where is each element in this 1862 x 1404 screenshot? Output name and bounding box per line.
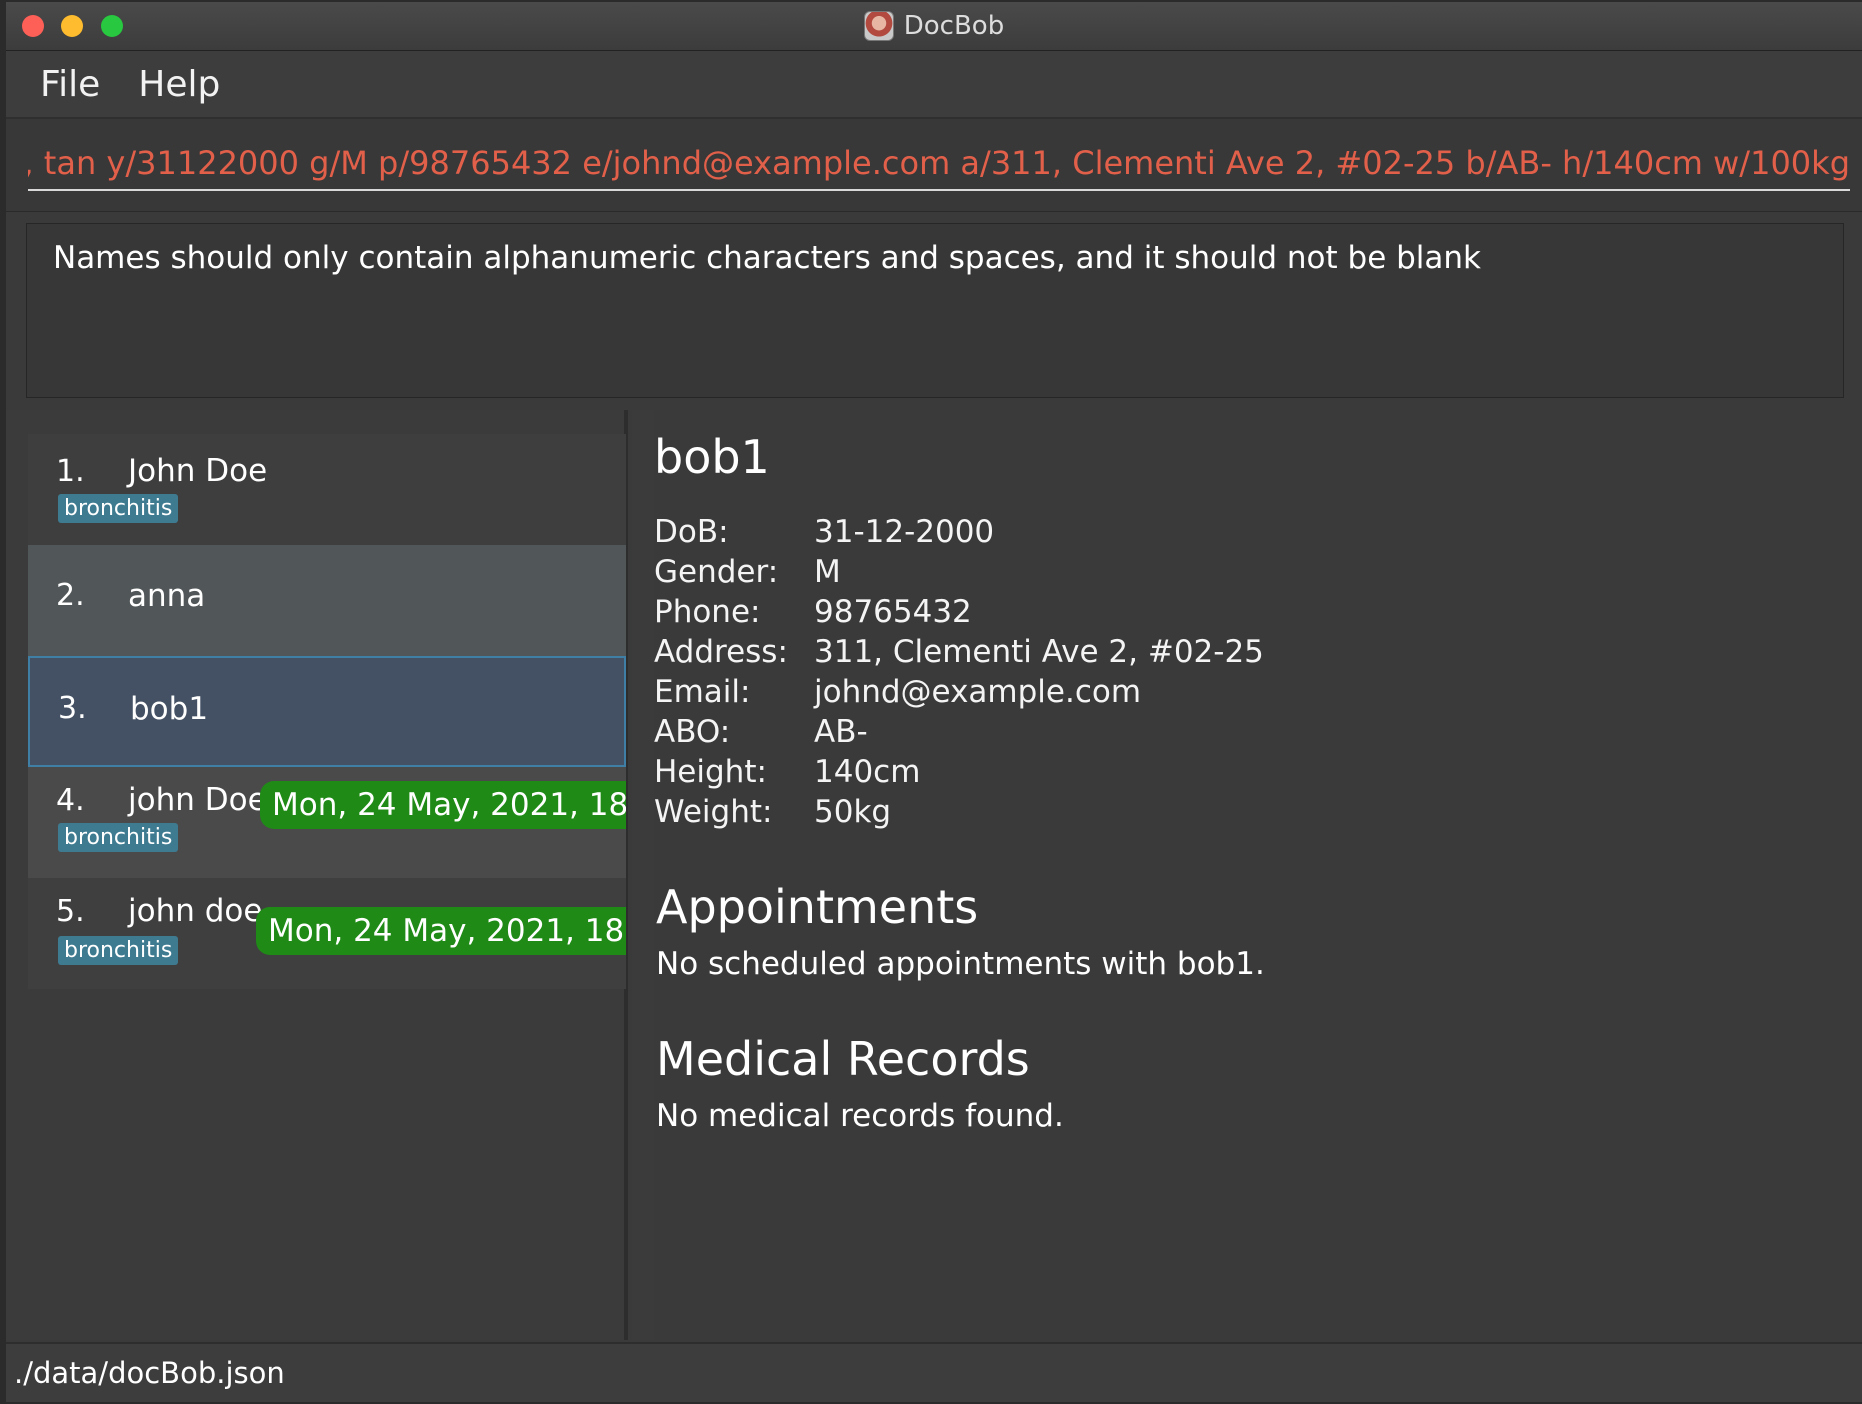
field-value: M	[814, 554, 841, 590]
patient-index: 2.	[56, 578, 85, 613]
menu-file[interactable]: File	[40, 64, 100, 105]
field-abo: ABO: AB-	[654, 714, 868, 750]
appointments-empty-text: No scheduled appointments with bob1.	[656, 946, 1265, 982]
condition-tag: bronchitis	[58, 823, 179, 852]
appointments-heading: Appointments	[656, 880, 979, 934]
patient-name: john doe	[128, 893, 263, 929]
field-value: 50kg	[814, 794, 892, 830]
field-label: ABO:	[654, 714, 731, 750]
field-weight: Weight: 50kg	[654, 794, 891, 830]
patient-card[interactable]: 1. John Doe bronchitis	[28, 434, 626, 545]
data-file-path: ./data/docBob.json	[14, 1356, 285, 1390]
patient-details: bob1 DoB: 31-12-2000 Gender: M Phone: 98765…	[654, 410, 1862, 1340]
field-label: Height:	[654, 754, 767, 790]
app-logo-icon	[863, 11, 894, 41]
field-label: Email:	[654, 674, 751, 710]
result-display: Names should only contain alphanumeric c…	[26, 223, 1844, 398]
result-message: Names should only contain alphanumeric c…	[53, 240, 1482, 276]
appointment-badge: Mon, 24 May, 2021, 18:00	[256, 907, 626, 955]
field-height: Height: 140cm	[654, 754, 920, 790]
patient-name: john Doe	[128, 782, 267, 818]
field-address: Address: 311, Clementi Ave 2, #02-25	[654, 634, 1264, 670]
appointment-badge: Mon, 24 May, 2021, 18:00	[260, 781, 626, 829]
field-email: Email: johnd@example.com	[654, 674, 1141, 710]
patient-index: 4.	[56, 783, 85, 818]
patient-card[interactable]: 4. john Doe bronchitis Mon, 24 May, 2021…	[28, 767, 626, 878]
patient-name: bob1	[130, 691, 209, 727]
patient-card[interactable]: 5. john doe bronchitis Mon, 24 May, 2021…	[28, 878, 626, 989]
command-box	[6, 119, 1862, 212]
field-value: 311, Clementi Ave 2, #02-25	[814, 634, 1264, 670]
menu-help[interactable]: Help	[138, 64, 220, 105]
field-label: Address:	[654, 634, 788, 670]
condition-tag: bronchitis	[58, 494, 179, 523]
field-value: 98765432	[814, 594, 972, 630]
field-value: 31-12-2000	[814, 514, 995, 550]
patient-name: John Doe	[128, 453, 268, 489]
field-label: DoB:	[654, 514, 729, 550]
condition-tag: bronchitis	[58, 936, 179, 965]
details-patient-name: bob1	[654, 430, 770, 484]
field-label: Phone:	[654, 594, 761, 630]
patient-index: 3.	[58, 691, 87, 726]
field-value: 140cm	[814, 754, 921, 790]
field-label: Weight:	[654, 794, 773, 830]
patient-name: anna	[128, 578, 206, 614]
field-value: johnd@example.com	[814, 674, 1142, 710]
medical-records-heading: Medical Records	[656, 1032, 1030, 1086]
field-label: Gender:	[654, 554, 779, 590]
window-title: DocBob	[903, 11, 1005, 41]
field-gender: Gender: M	[654, 554, 841, 590]
title-bar: DocBob	[6, 2, 1862, 51]
patient-index: 1.	[56, 454, 85, 489]
field-phone: Phone: 98765432	[654, 594, 972, 630]
patient-details-panel: bob1 DoB: 31-12-2000 Gender: M Phone: 98765…	[632, 410, 1862, 1340]
patient-list: 1. John Doe bronchitis 2. anna 3. bob1 4…	[28, 434, 626, 989]
patient-list-panel[interactable]: 1. John Doe bronchitis 2. anna 3. bob1 4…	[6, 410, 628, 1340]
patient-card[interactable]: 2. anna	[28, 545, 626, 656]
medical-records-empty-text: No medical records found.	[656, 1098, 1064, 1134]
patient-card-selected[interactable]: 3. bob1	[28, 656, 626, 767]
field-dob: DoB: 31-12-2000	[654, 514, 994, 550]
field-value: AB-	[814, 714, 868, 750]
status-bar: ./data/docBob.json	[6, 1342, 1862, 1402]
app-window: DocBob File Help Names should only conta…	[6, 2, 1862, 1402]
patient-index: 5.	[56, 894, 85, 929]
title-group: DocBob	[6, 2, 1862, 50]
command-input[interactable]	[28, 137, 1850, 191]
menu-bar: File Help	[6, 51, 1862, 119]
